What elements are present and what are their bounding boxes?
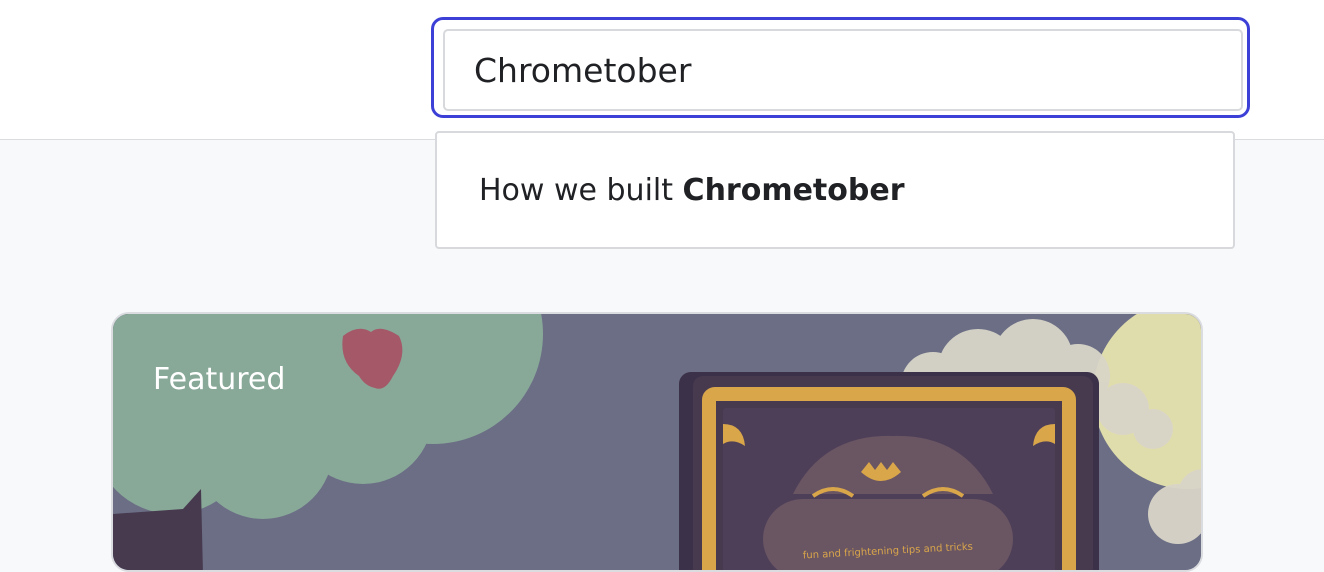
suggestion-match: Chrometober — [682, 173, 905, 208]
suggestion-item[interactable]: How we built Chrometober — [479, 171, 905, 211]
suggestion-prefix: How we built — [479, 173, 683, 208]
header-bar — [0, 0, 1324, 140]
featured-card[interactable]: fun and frightening tips and tricks Feat… — [111, 312, 1203, 572]
featured-label: Featured — [153, 362, 286, 397]
search-suggestions-dropdown: How we built Chrometober — [435, 131, 1235, 249]
featured-illustration: fun and frightening tips and tricks — [113, 314, 1201, 570]
search-input[interactable] — [443, 29, 1243, 111]
